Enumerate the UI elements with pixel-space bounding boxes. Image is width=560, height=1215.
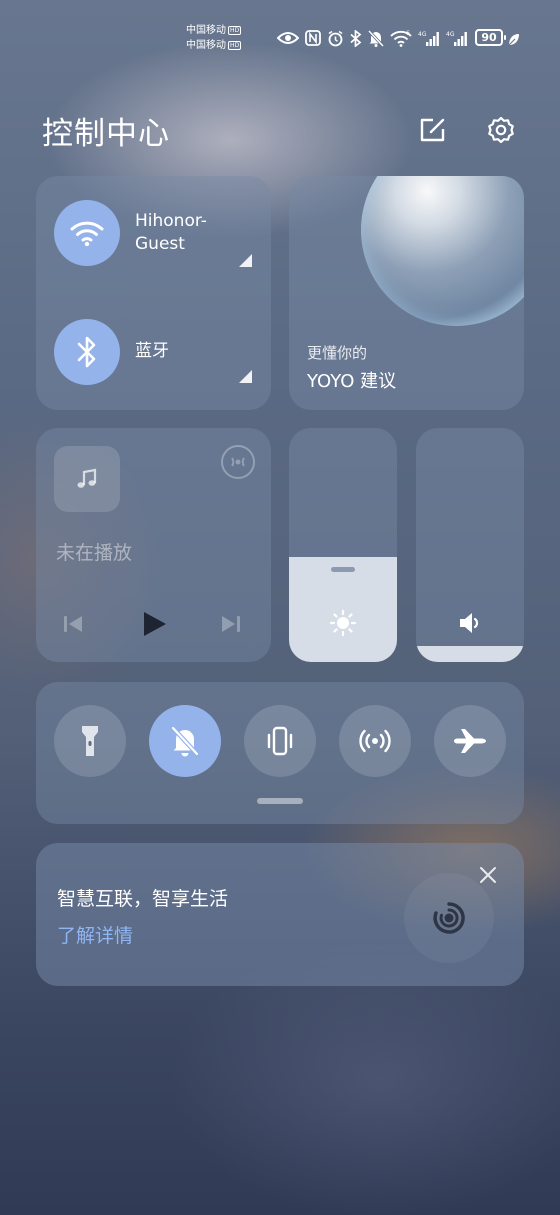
smart-connect-icon [433,902,465,934]
next-track-button[interactable] [220,613,242,639]
quick-toggles-card [36,682,524,824]
eye-icon [277,28,299,48]
wifi-status-icon: 6 [390,28,412,48]
battery-indicator: 90 [475,29,506,46]
carrier-1: 中国移动 [186,25,226,36]
close-button[interactable] [476,863,500,887]
svg-text:4G: 4G [418,31,427,38]
signal-2-icon: 4G [446,28,468,48]
previous-track-button[interactable] [62,613,84,639]
vibrate-toggle[interactable] [244,705,316,777]
yoyo-suggestion-card[interactable]: 更懂你的 YOYO 建议 [289,176,524,410]
wifi-toggle[interactable] [54,200,120,266]
carrier-2: 中国移动 [186,40,226,51]
hotspot-toggle[interactable] [339,705,411,777]
hotspot-icon [359,729,391,753]
settings-button[interactable] [486,115,516,145]
close-icon [480,867,496,883]
brightness-slider[interactable] [289,428,397,662]
play-button[interactable] [142,610,168,642]
music-note-icon [77,468,97,488]
airplane-icon [454,729,486,753]
media-player-card[interactable]: 未在播放 [36,428,271,662]
signal-1-icon: 4G [418,28,440,48]
mute-bell-icon [171,726,199,757]
status-bar: 中国移动 HD 中国移动 HD 6 4G 4G 90 [0,0,560,60]
promo-title: 智慧互联，智享生活 [57,888,229,910]
airplane-mode-toggle[interactable] [434,705,506,777]
gear-icon [488,116,514,144]
vibrate-icon [267,726,293,756]
volume-icon [456,609,484,637]
brightness-handle[interactable] [331,567,355,572]
brightness-icon [329,609,357,637]
nfc-icon [305,28,321,48]
previous-icon [64,616,82,632]
wifi-expand-arrow[interactable] [239,254,252,267]
next-icon [222,616,240,632]
volume-fill [416,646,524,662]
play-icon [144,612,166,636]
mute-status-icon [368,28,384,48]
page-indicator [257,798,303,804]
yoyo-bubble-graphic [361,176,524,326]
edit-icon [420,118,445,142]
album-art-placeholder [54,446,120,512]
bluetooth-expand-arrow[interactable] [239,370,252,383]
connectivity-card: Hihonor- Guest 蓝牙 [36,176,271,410]
alarm-icon [327,28,344,48]
smart-connect-card[interactable]: 智慧互联，智享生活 了解详情 [36,843,524,986]
bluetooth-label[interactable]: 蓝牙 [135,340,169,363]
bluetooth-icon [77,336,96,368]
status-icons: 6 4G 4G [277,28,468,48]
edit-button[interactable] [419,116,447,144]
flashlight-toggle[interactable] [54,705,126,777]
smart-connect-graphic [404,873,494,963]
audio-output-button[interactable] [220,444,256,480]
audio-cast-icon [221,445,255,479]
control-center-screen: 中国移动 HD 中国移动 HD 6 4G 4G 90 控制中心 Hihonor-… [0,0,560,1215]
mute-toggle[interactable] [149,705,221,777]
bluetooth-toggle[interactable] [54,319,120,385]
page-title: 控制中心 [42,116,170,152]
yoyo-subtitle: 更懂你的 [307,344,368,362]
power-saving-leaf-icon [508,31,520,50]
svg-text:4G: 4G [446,31,455,38]
svg-text:6: 6 [406,30,410,37]
learn-more-link[interactable]: 了解详情 [57,921,133,948]
yoyo-title: YOYO 建议 [307,371,397,392]
volume-slider[interactable] [416,428,524,662]
carrier-info: 中国移动 HD 中国移动 HD [186,23,242,53]
flashlight-icon [82,726,98,756]
bluetooth-status-icon [350,28,362,48]
hd-badge: HD [228,25,242,35]
hd-badge: HD [228,40,242,50]
playback-status: 未在播放 [56,542,133,564]
wifi-icon [70,221,104,247]
wifi-network-label[interactable]: Hihonor- Guest [135,210,207,256]
